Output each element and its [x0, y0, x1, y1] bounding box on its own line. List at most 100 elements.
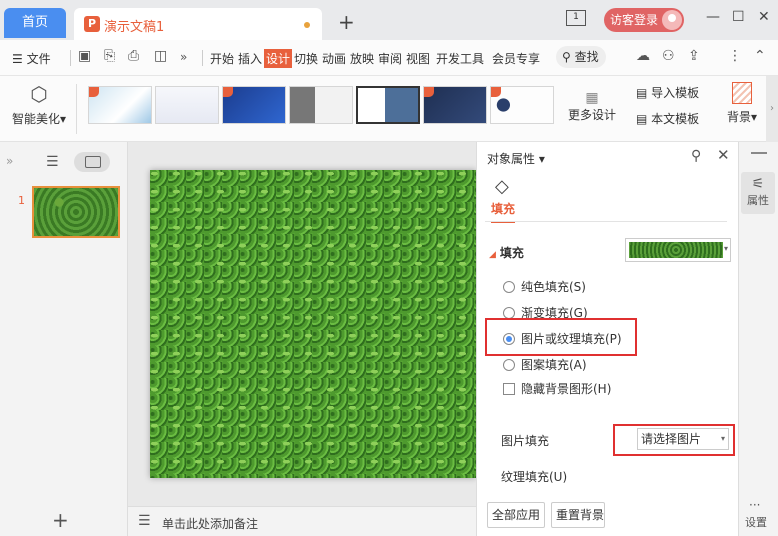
tab-home[interactable]: 首页	[4, 8, 66, 38]
share-icon[interactable]: ⇪	[688, 48, 700, 64]
radio-solid-fill[interactable]: 纯色填充(S)	[503, 278, 586, 295]
menu-member[interactable]: 会员专享	[492, 50, 540, 67]
more-design-button[interactable]: ▦ 更多设计	[562, 90, 622, 123]
apply-all-button[interactable]: 全部应用	[487, 502, 545, 528]
more-options-icon[interactable]: ⋮	[728, 48, 742, 64]
slide-canvas	[128, 142, 476, 506]
slide-leaf-background-image[interactable]	[150, 170, 476, 478]
menu-review[interactable]: 审阅	[378, 50, 402, 67]
template-thumb[interactable]	[490, 86, 554, 124]
premium-badge-icon	[491, 87, 501, 97]
background-label: 背景▾	[726, 110, 758, 124]
sliders-icon: ⚟	[751, 176, 765, 192]
highlight-box	[485, 318, 637, 356]
export-icon[interactable]: ⎘	[104, 48, 115, 64]
template-thumb[interactable]	[222, 86, 286, 124]
template-thumb[interactable]	[423, 86, 487, 124]
add-slide-button[interactable]: +	[52, 508, 69, 532]
preview-icon[interactable]: ◫	[154, 48, 167, 64]
user-add-icon[interactable]: ⚇	[662, 48, 675, 64]
texture-fill-label: 纹理填充(U)	[501, 470, 568, 484]
template-thumb[interactable]	[155, 86, 219, 124]
tab-fill[interactable]: 填充	[491, 200, 516, 223]
design-ribbon: ⬡ 智能美化▾ ▦ 更多设计 ▤ 导入模板 ▤ 本文模板 背景▾ ›	[0, 76, 778, 142]
object-properties-panel: 对象属性 ▾ ⚲ ✕ ◇ 填充 ◢ 填充 ▾ 纯色填充(S) 渐变填充(G) 图片…	[476, 142, 738, 536]
expand-panel-icon[interactable]: »	[6, 154, 13, 168]
pin-icon[interactable]: ⚲	[691, 148, 701, 164]
notes-bar[interactable]: ☰ 单击此处添加备注	[128, 506, 476, 536]
close-window-button[interactable]: ✕	[758, 9, 770, 25]
ribbon-scroll-right-icon[interactable]: ›	[766, 76, 778, 142]
divider	[76, 84, 77, 134]
checkbox-box	[503, 383, 515, 395]
background-icon	[732, 82, 752, 104]
maximize-button[interactable]: ☐	[732, 9, 745, 25]
file-menu[interactable]: ☰ 文件	[12, 50, 51, 67]
search-icon: ⚲	[562, 50, 571, 64]
collapse-ribbon-icon[interactable]: ⌃	[754, 48, 766, 64]
menu-slideshow[interactable]: 放映	[350, 50, 374, 67]
thumbnail-view-toggle[interactable]	[74, 152, 110, 172]
import-template-button[interactable]: ▤ 导入模板	[636, 84, 699, 101]
menu-insert[interactable]: 插入	[238, 50, 262, 67]
save-icon[interactable]: ▣	[78, 48, 91, 64]
template-thumb-selected[interactable]	[356, 86, 420, 124]
slides-panel: » ☰ 1 +	[0, 142, 128, 536]
smart-beautify-button[interactable]: ⬡ 智能美化▾	[8, 82, 70, 127]
cloud-icon[interactable]: ☁	[636, 48, 650, 64]
checkbox-hide-background[interactable]: 隐藏背景图形(H)	[503, 380, 611, 397]
fill-bucket-icon: ◇	[495, 176, 509, 197]
settings-button[interactable]: 设置	[745, 514, 767, 530]
title-bar: 首页 P 演示文稿1 + 1 访客登录 — ☐ ✕	[0, 0, 778, 40]
new-tab-button[interactable]: +	[338, 10, 355, 34]
this-template-button[interactable]: ▤ 本文模板	[636, 110, 699, 127]
this-template-label: 本文模板	[651, 112, 700, 126]
right-sidebar: ⚟ 属性 ··· 设置	[738, 142, 778, 536]
hamburger-icon: ☰	[12, 52, 23, 66]
menu-bar: ☰ 文件 ▣ ⎘ ⎙ ◫ » 开始 插入 设计 切换 动画 放映 审阅 视图 开…	[0, 40, 778, 76]
divider	[751, 152, 767, 154]
menu-start[interactable]: 开始	[210, 50, 234, 67]
attributes-button[interactable]: ⚟ 属性	[741, 172, 775, 214]
tab-document[interactable]: P 演示文稿1	[74, 8, 322, 40]
search-box[interactable]: ⚲ 查找	[556, 46, 606, 68]
fill-section-header[interactable]: ◢ 填充	[489, 244, 524, 261]
panel-title[interactable]: 对象属性 ▾	[487, 150, 545, 167]
menu-view[interactable]: 视图	[406, 50, 430, 67]
menu-developer[interactable]: 开发工具	[436, 50, 484, 67]
template-thumb[interactable]	[88, 86, 152, 124]
menu-transition[interactable]: 切换	[294, 50, 318, 67]
fill-preview-dropdown[interactable]: ▾	[625, 238, 731, 262]
premium-badge-icon	[223, 87, 233, 97]
presentation-icon: P	[84, 16, 100, 32]
print-icon[interactable]: ⎙	[128, 48, 139, 64]
import-template-label: 导入模板	[651, 86, 700, 100]
reset-background-button[interactable]: 重置背景	[551, 502, 605, 528]
notes-icon: ☰	[138, 513, 151, 529]
template-icon: ▤	[636, 112, 648, 126]
more-quick-icon[interactable]: »	[180, 50, 187, 64]
radio-circle	[503, 281, 515, 293]
document-title: 演示文稿1	[104, 20, 165, 35]
more-icon[interactable]: ···	[749, 498, 760, 512]
more-design-label: 更多设计	[567, 108, 616, 122]
unsaved-dot-icon	[304, 22, 310, 28]
radio-pattern-fill[interactable]: 图案填充(A)	[503, 356, 587, 373]
premium-badge-icon	[89, 87, 99, 97]
menu-design[interactable]: 设计	[264, 49, 293, 68]
menu-animation[interactable]: 动画	[322, 50, 346, 67]
window-count-icon[interactable]: 1	[566, 10, 586, 26]
import-template-icon: ▤	[636, 86, 648, 100]
notes-placeholder: 单击此处添加备注	[162, 517, 259, 531]
background-button[interactable]: 背景▾	[724, 82, 760, 125]
minimize-button[interactable]: —	[706, 9, 720, 25]
outline-view-icon[interactable]: ☰	[46, 154, 59, 170]
slide-thumbnail[interactable]	[32, 186, 120, 238]
smart-beautify-label: 智能美化▾	[11, 112, 67, 126]
guest-login-button[interactable]: 访客登录	[604, 8, 684, 32]
slide-number: 1	[18, 194, 25, 207]
close-icon[interactable]: ✕	[717, 146, 730, 164]
template-thumb[interactable]	[289, 86, 353, 124]
cube-icon: ⬡	[30, 82, 48, 106]
radio-circle	[503, 359, 515, 371]
